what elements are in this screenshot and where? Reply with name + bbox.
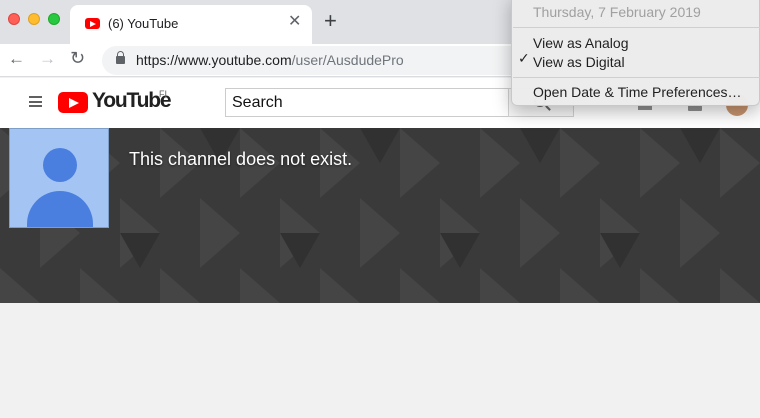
address-bar[interactable]: https://www.youtube.com/user/AusdudePro [102, 46, 572, 75]
search-input[interactable]: Search [225, 88, 509, 117]
search-placeholder: Search [232, 94, 283, 111]
clock-menu-dropdown: Thursday, 7 February 2019 View as Analog… [511, 0, 760, 106]
checkmark-icon: ✓ [518, 50, 530, 66]
tab-title: (6) YouTube [108, 16, 179, 31]
minimize-window-button[interactable] [28, 13, 40, 25]
forward-arrow-icon[interactable]: → [39, 49, 56, 69]
url-path: /user/AusdudePro [291, 52, 404, 68]
youtube-favicon-icon [85, 18, 100, 29]
new-tab-button[interactable]: + [324, 10, 337, 32]
menu-item-open-preferences[interactable]: Open Date & Time Preferences… [533, 84, 742, 100]
close-window-button[interactable] [8, 13, 20, 25]
page-content-area [0, 303, 760, 418]
fullscreen-window-button[interactable] [48, 13, 60, 25]
menu-item-view-digital[interactable]: View as Digital [533, 54, 625, 70]
person-silhouette-body [27, 191, 93, 227]
menu-date-label: Thursday, 7 February 2019 [533, 4, 701, 20]
country-code: FI [159, 89, 167, 99]
menu-separator [513, 27, 760, 28]
lock-icon[interactable] [116, 51, 125, 64]
url-text[interactable]: https://www.youtube.com/user/AusdudePro [136, 52, 404, 68]
channel-not-exist-message: This channel does not exist. [129, 149, 353, 169]
person-silhouette-icon [43, 148, 77, 182]
reload-icon[interactable]: ↻ [70, 48, 85, 69]
youtube-logo-icon[interactable] [58, 92, 88, 113]
menu-separator [513, 77, 760, 78]
url-host: https://www.youtube.com [136, 52, 292, 68]
guide-menu-icon[interactable] [29, 96, 42, 107]
menu-item-view-analog[interactable]: View as Analog [533, 35, 628, 51]
channel-banner: This channel does not exist. [0, 128, 760, 303]
tab-close-icon[interactable]: ✕ [288, 14, 301, 30]
browser-tab-youtube[interactable]: (6) YouTube ✕ [70, 5, 312, 44]
banner-pattern [0, 128, 760, 303]
channel-avatar [9, 128, 109, 228]
back-arrow-icon[interactable]: ← [8, 49, 25, 69]
